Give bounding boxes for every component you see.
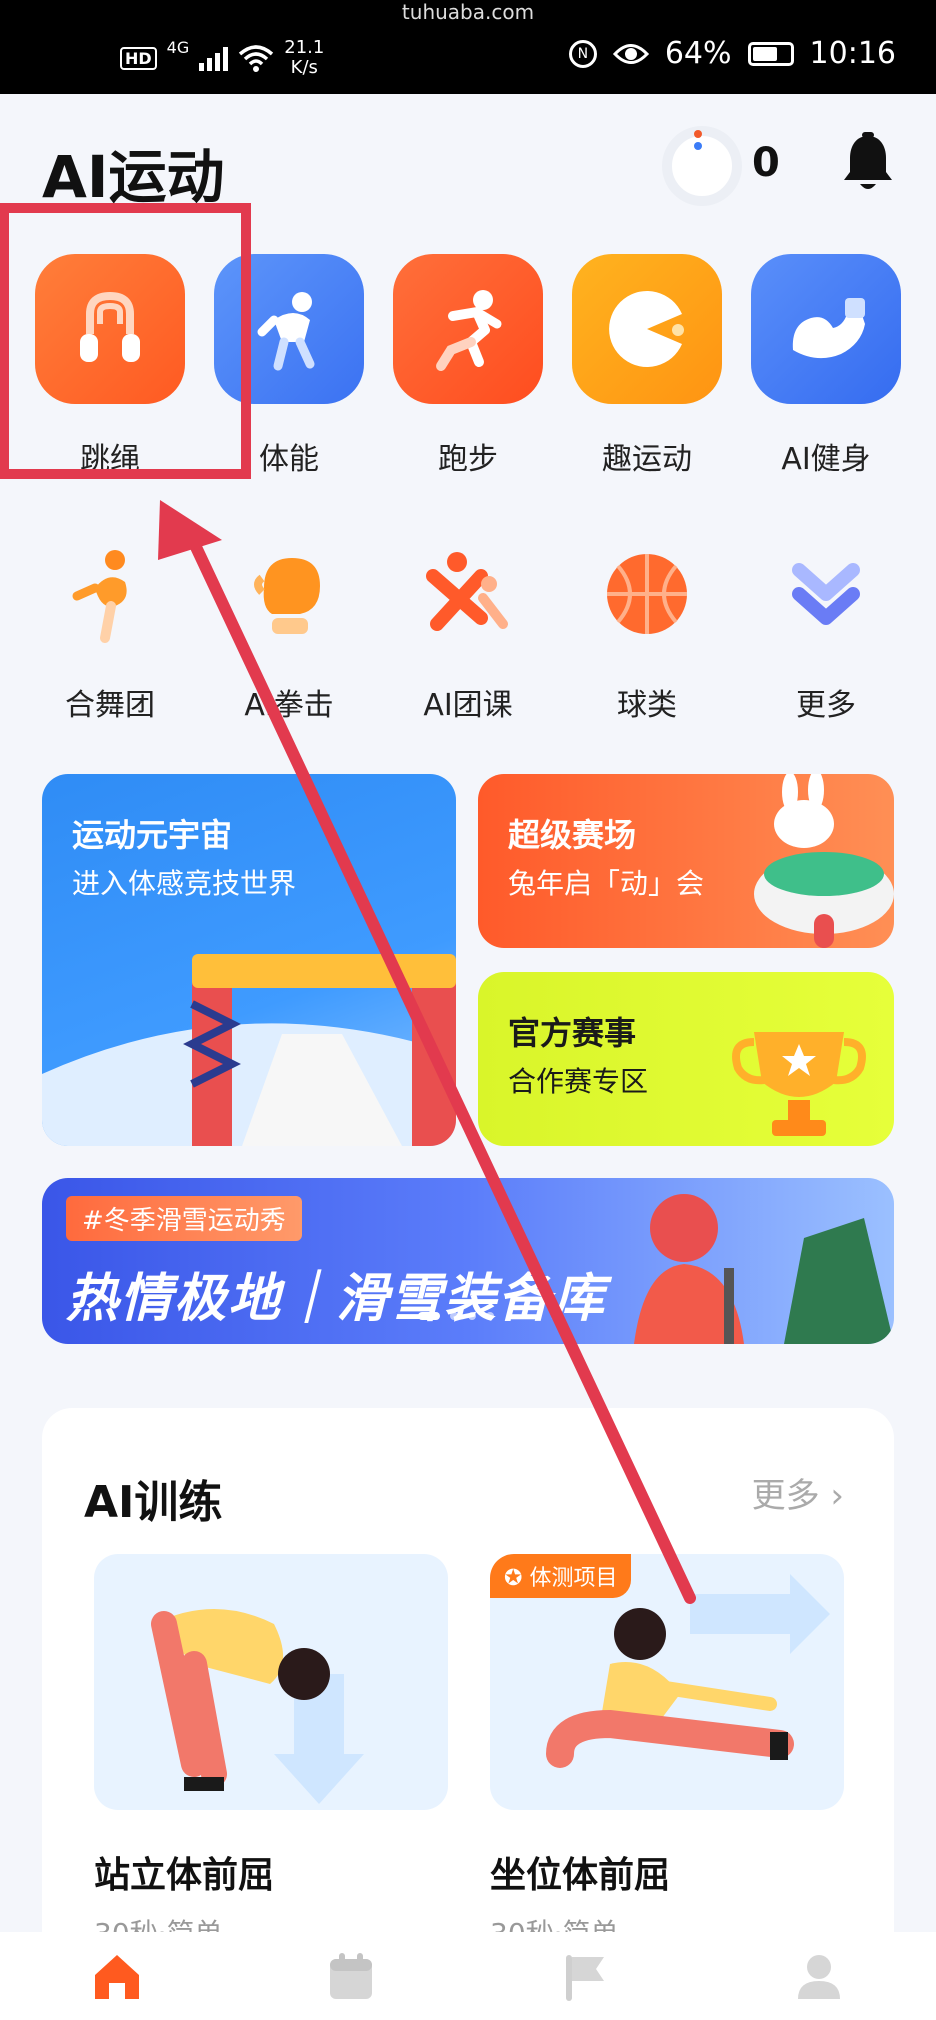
category-label: 跳绳 bbox=[80, 442, 140, 477]
ai-gym-tile[interactable] bbox=[751, 254, 901, 404]
bottom-nav bbox=[0, 1932, 936, 2020]
group-class-icon-box[interactable] bbox=[418, 546, 518, 646]
banner-subtitle: 合作赛专区 bbox=[508, 1065, 649, 1098]
points-ring-icon[interactable] bbox=[662, 126, 742, 206]
nav-calendar[interactable] bbox=[234, 1932, 468, 2020]
fun-sports-tile[interactable] bbox=[572, 254, 722, 404]
dance-icon bbox=[72, 550, 127, 643]
official-events-banner[interactable]: 官方赛事 合作赛专区 bbox=[478, 972, 894, 1146]
category-ball-sports[interactable]: 球类 bbox=[572, 546, 722, 724]
badge-label: 体测项目 bbox=[529, 1566, 618, 1591]
promo-tag: #冬季滑雪运动秀 bbox=[66, 1196, 302, 1241]
category-label: AI拳击 bbox=[244, 688, 334, 723]
category-label: 球类 bbox=[617, 688, 677, 723]
fitness-icon bbox=[257, 292, 315, 371]
category-more[interactable]: 更多 bbox=[751, 546, 901, 724]
battery-percent: 64% bbox=[664, 36, 732, 71]
category-label: AI团课 bbox=[423, 688, 513, 723]
battery-icon bbox=[747, 41, 794, 66]
calendar-icon bbox=[330, 1953, 372, 1999]
category-boxing[interactable]: AI拳击 bbox=[214, 546, 364, 724]
basketball-icon bbox=[607, 554, 687, 634]
more-link-label: 更多 bbox=[751, 1476, 820, 1516]
network-type: 4G bbox=[166, 38, 190, 57]
category-dance[interactable]: 合舞团 bbox=[35, 546, 185, 724]
group-class-icon bbox=[426, 552, 508, 631]
nav-profile[interactable] bbox=[702, 1932, 936, 2020]
speed-value: 21.1 bbox=[284, 37, 325, 58]
category-label: 合舞团 bbox=[65, 688, 155, 723]
jump-rope-icon bbox=[80, 291, 140, 362]
category-ai-gym[interactable]: AI健身 bbox=[751, 254, 901, 478]
boxing-glove-icon bbox=[254, 558, 320, 634]
category-label: 更多 bbox=[796, 688, 856, 723]
super-arena-banner[interactable]: 超级赛场 兔年启「动」会 bbox=[478, 774, 894, 948]
ski-gate-illustration bbox=[42, 954, 456, 1146]
category-jump-rope[interactable]: 跳绳 bbox=[35, 254, 185, 478]
trophy-illustration bbox=[732, 1032, 866, 1136]
promo-headline: 热情极地｜滑雪装备库 bbox=[66, 1269, 607, 1329]
training-name: 站立体前屈 bbox=[94, 1855, 275, 1896]
network-speed: 21.1 K/s bbox=[284, 38, 324, 78]
training-name: 坐位体前屈 bbox=[490, 1855, 671, 1896]
metaverse-banner[interactable]: 运动元宇宙 进入体感竞技世界 bbox=[42, 774, 456, 1146]
nav-home[interactable] bbox=[0, 1932, 234, 2020]
category-fun-sports[interactable]: 趣运动 bbox=[572, 254, 722, 478]
nfc-icon: N bbox=[568, 39, 597, 68]
chevron-right-icon: › bbox=[830, 1476, 844, 1516]
category-running[interactable]: 跑步 bbox=[393, 254, 543, 478]
wifi-icon bbox=[239, 45, 274, 72]
more-link[interactable]: 更多 › bbox=[752, 1468, 844, 1517]
ski-promo-banner[interactable]: #冬季滑雪运动秀 热情极地｜滑雪装备库 bbox=[42, 1178, 894, 1344]
flag-icon bbox=[566, 1955, 604, 2001]
home-icon bbox=[95, 1955, 139, 1999]
bell-icon[interactable] bbox=[840, 132, 896, 192]
dance-icon-box[interactable] bbox=[60, 546, 160, 646]
ball-icon-box[interactable] bbox=[597, 546, 697, 646]
rabbit-illustration bbox=[754, 774, 894, 948]
speed-unit: K/s bbox=[290, 57, 318, 78]
carousel-dots bbox=[418, 1312, 494, 1320]
ai-training-section: AI训练 更多 › 站立体前屈 30秒·简单 bbox=[42, 1408, 894, 1968]
category-label: 跑步 bbox=[438, 442, 498, 477]
more-icon-box[interactable] bbox=[776, 546, 876, 646]
category-label: AI健身 bbox=[781, 442, 871, 477]
points-count[interactable]: 0 bbox=[752, 140, 780, 186]
pacman-icon bbox=[609, 291, 684, 367]
category-label: 趣运动 bbox=[602, 442, 692, 477]
signal-icon bbox=[199, 45, 229, 71]
status-left: HD 4G 21.1 K/s bbox=[120, 38, 324, 78]
double-chevron-down-icon bbox=[792, 563, 860, 625]
banner-title: 超级赛场 bbox=[508, 816, 637, 854]
fitness-test-badge: ✪ 体测项目 bbox=[490, 1554, 632, 1598]
hd-indicator: HD bbox=[120, 46, 157, 70]
training-card[interactable]: 站立体前屈 30秒·简单 bbox=[94, 1554, 448, 1952]
clock: 10:16 bbox=[809, 36, 896, 71]
profile-icon bbox=[798, 1955, 840, 1999]
eye-comfort-icon bbox=[612, 43, 649, 64]
fitness-tile[interactable] bbox=[214, 254, 364, 404]
boxing-icon-box[interactable] bbox=[239, 546, 339, 646]
banner-title: 官方赛事 bbox=[508, 1014, 637, 1052]
skier-character-illustration bbox=[634, 1194, 894, 1344]
category-label: 体能 bbox=[259, 442, 319, 477]
bicep-icon bbox=[792, 298, 865, 359]
training-card[interactable]: ✪ 体测项目 坐位体前屈 30秒·简单 bbox=[490, 1554, 844, 1952]
category-group-class[interactable]: AI团课 bbox=[393, 546, 543, 724]
page-title: AI运动 bbox=[42, 143, 225, 211]
banner-subtitle: 兔年启「动」会 bbox=[508, 867, 705, 900]
category-fitness[interactable]: 体能 bbox=[214, 254, 364, 478]
status-right: N 64% 10:16 bbox=[568, 36, 896, 71]
star-icon: ✪ bbox=[504, 1566, 530, 1591]
nav-events[interactable] bbox=[468, 1932, 702, 2020]
section-title: AI训练 bbox=[84, 1477, 223, 1528]
watermark: tuhuaba.com bbox=[401, 0, 535, 24]
standing-forward-bend-illustration bbox=[151, 1609, 364, 1804]
training-image: ✪ 体测项目 bbox=[490, 1554, 844, 1810]
jump-rope-tile[interactable] bbox=[35, 254, 185, 404]
status-bar: tuhuaba.com HD 4G 21.1 K/s N 64% 10:16 bbox=[0, 0, 936, 94]
running-icon bbox=[436, 290, 502, 371]
training-image bbox=[94, 1554, 448, 1810]
running-tile[interactable] bbox=[393, 254, 543, 404]
